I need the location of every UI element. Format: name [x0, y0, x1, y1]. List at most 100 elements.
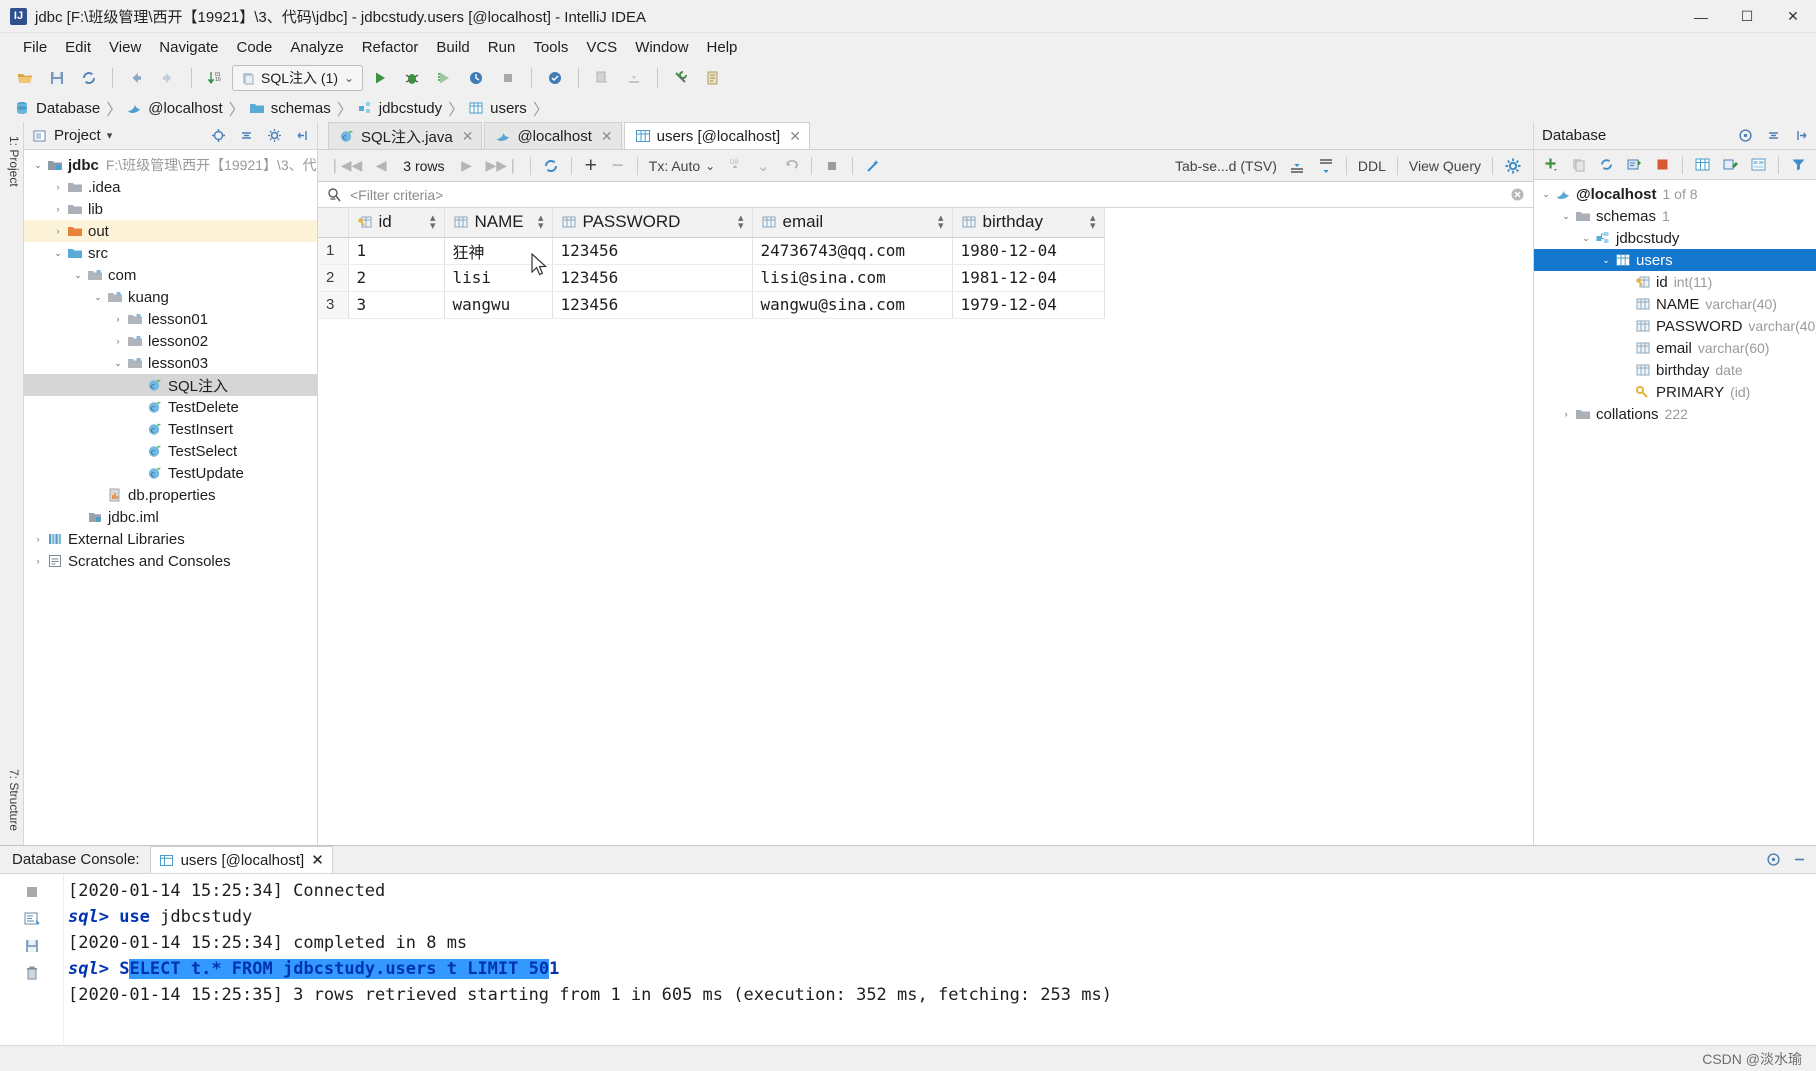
project-tree-node[interactable]: jdbc.iml — [24, 506, 317, 528]
ddl-button[interactable]: DDL — [1353, 153, 1391, 179]
magic-wand-icon[interactable] — [859, 153, 887, 179]
cell-email[interactable]: 24736743@qq.com — [752, 237, 953, 265]
export-data-icon[interactable] — [1283, 153, 1311, 179]
forward-icon[interactable] — [153, 65, 183, 91]
hide-panel-icon[interactable] — [1790, 125, 1812, 147]
database-tree-node[interactable]: › collations 222 — [1534, 403, 1816, 425]
table-editor-icon[interactable] — [1689, 152, 1716, 178]
database-tree-node[interactable]: PASSWORD varchar(40) — [1534, 315, 1816, 337]
run-icon[interactable] — [365, 65, 395, 91]
sort-indicator-icon[interactable]: ▴ ▾ — [430, 213, 436, 232]
chevron-down-icon[interactable]: ▾ — [107, 129, 113, 142]
save-all-icon[interactable] — [42, 65, 72, 91]
cell-id[interactable]: 1 — [348, 237, 445, 265]
close-icon[interactable]: ✕ — [1770, 0, 1816, 33]
modify-icon[interactable] — [1717, 152, 1744, 178]
first-page-button[interactable]: ❘◀◀ — [324, 153, 367, 179]
project-tree-node[interactable]: › lesson02 — [24, 330, 317, 352]
close-icon[interactable]: ✕ — [601, 128, 613, 145]
cell-birthday[interactable]: 1980-12-04 — [952, 237, 1105, 265]
breadcrumb-item-database[interactable]: Database — [14, 100, 104, 117]
editor-tab[interactable]: @localhost ✕ — [484, 122, 622, 149]
jump-to-console-icon[interactable] — [1621, 152, 1648, 178]
breadcrumb-item-users[interactable]: users — [468, 100, 531, 117]
cell-id[interactable]: 3 — [348, 291, 445, 319]
column-header-PASSWORD[interactable]: PASSWORD ▴ ▾ — [552, 208, 753, 238]
menu-run[interactable]: Run — [479, 36, 525, 59]
menu-window[interactable]: Window — [626, 36, 697, 59]
project-tree-node[interactable]: › External Libraries — [24, 528, 317, 550]
cell-birthday[interactable]: 1979-12-04 — [952, 291, 1105, 319]
menu-file[interactable]: File — [14, 36, 56, 59]
project-tree-node[interactable]: › lib — [24, 198, 317, 220]
project-tree-node[interactable]: ⌄ lesson03 — [24, 352, 317, 374]
project-tree-node[interactable]: db.properties — [24, 484, 317, 506]
project-tree[interactable]: ⌄ jdbc F:\班级管理\西开【19921】\3、代码\ › .idea › lib › o… — [24, 150, 317, 845]
project-tree-node[interactable]: › out — [24, 220, 317, 242]
column-header-id[interactable]: id ▴ ▾ — [348, 208, 445, 238]
sort-indicator-icon[interactable]: ▴ ▾ — [938, 213, 944, 232]
collapse-all-icon[interactable] — [1762, 125, 1784, 147]
close-icon[interactable]: ✕ — [462, 128, 474, 145]
project-tree-node[interactable]: c SQL注入 — [24, 374, 317, 396]
breadcrumb-item-schemas[interactable]: schemas — [249, 100, 335, 117]
transaction-mode-selector[interactable]: Tx: Auto ⌄ — [644, 153, 720, 179]
cell-password[interactable]: 123456 — [552, 237, 753, 265]
chevron-right-icon[interactable]: › — [50, 204, 66, 214]
chevron-down-icon[interactable]: ⌄ — [1598, 255, 1614, 266]
data-source-icon[interactable] — [1745, 152, 1772, 178]
copy-icon[interactable] — [1565, 152, 1592, 178]
update-project-icon[interactable] — [587, 65, 617, 91]
filter-input[interactable]: <Filter criteria> — [350, 187, 443, 203]
collapse-all-icon[interactable] — [235, 125, 257, 147]
database-tree-node[interactable]: ⌄ users — [1534, 249, 1816, 271]
debug-icon[interactable] — [397, 65, 427, 91]
chevron-right-icon[interactable]: › — [110, 336, 126, 346]
menu-analyze[interactable]: Analyze — [281, 36, 352, 59]
breadcrumb-item-localhost[interactable]: @localhost — [126, 100, 226, 117]
sync-icon[interactable] — [74, 65, 104, 91]
structure-icon[interactable] — [698, 65, 728, 91]
project-tree-node[interactable]: c TestUpdate — [24, 462, 317, 484]
run-configuration-selector[interactable]: SQL注入 (1) ⌄ — [232, 64, 364, 91]
database-tree-node[interactable]: birthday date — [1534, 359, 1816, 381]
project-tree-node[interactable]: › .idea — [24, 176, 317, 198]
inspect-icon[interactable] — [540, 65, 570, 91]
rail-button-project[interactable]: 1: Project — [0, 130, 23, 193]
gear-icon[interactable] — [1762, 849, 1784, 871]
prev-page-button[interactable]: ◀ — [368, 153, 394, 179]
run-coverage-icon[interactable] — [429, 65, 459, 91]
chevron-right-icon[interactable]: › — [110, 314, 126, 324]
save-icon[interactable] — [19, 934, 45, 958]
chevron-down-icon[interactable]: ⌄ — [1538, 189, 1554, 200]
hide-panel-icon[interactable] — [1788, 849, 1810, 871]
gear-icon[interactable] — [263, 125, 285, 147]
export-format-label[interactable]: Tab-se...d (TSV) — [1170, 153, 1282, 179]
database-tree-node[interactable]: NAME varchar(40) — [1534, 293, 1816, 315]
menu-vcs[interactable]: VCS — [577, 36, 626, 59]
commit-icon[interactable] — [619, 65, 649, 91]
cell-password[interactable]: 123456 — [552, 291, 753, 319]
cell-name[interactable]: 狂神 — [444, 237, 553, 265]
open-folder-icon[interactable] — [10, 65, 40, 91]
project-tree-node[interactable]: ⌄ kuang — [24, 286, 317, 308]
chevron-right-icon[interactable]: › — [50, 182, 66, 192]
chevron-down-icon[interactable]: ⌄ — [50, 248, 66, 259]
sort-indicator-icon[interactable]: ▴ ▾ — [1090, 213, 1096, 232]
rollback-icon[interactable] — [777, 153, 805, 179]
rail-button-structure[interactable]: 7: Structure — [0, 763, 23, 837]
chevron-right-icon[interactable]: › — [30, 534, 46, 544]
stop-square-icon[interactable] — [19, 880, 45, 904]
sync-icon[interactable] — [1593, 152, 1620, 178]
database-tree-node[interactable]: email varchar(60) — [1534, 337, 1816, 359]
project-tree-node[interactable]: › Scratches and Consoles — [24, 550, 317, 572]
close-icon[interactable]: ✕ — [789, 128, 801, 145]
filter-icon[interactable] — [1785, 152, 1812, 178]
gear-icon[interactable] — [1499, 153, 1527, 179]
menu-build[interactable]: Build — [427, 36, 478, 59]
cell-birthday[interactable]: 1981-12-04 — [952, 264, 1105, 292]
project-tree-node[interactable]: ⌄ src — [24, 242, 317, 264]
clear-icon[interactable] — [1510, 187, 1525, 202]
back-icon[interactable] — [121, 65, 151, 91]
minimize-icon[interactable]: — — [1678, 0, 1724, 33]
